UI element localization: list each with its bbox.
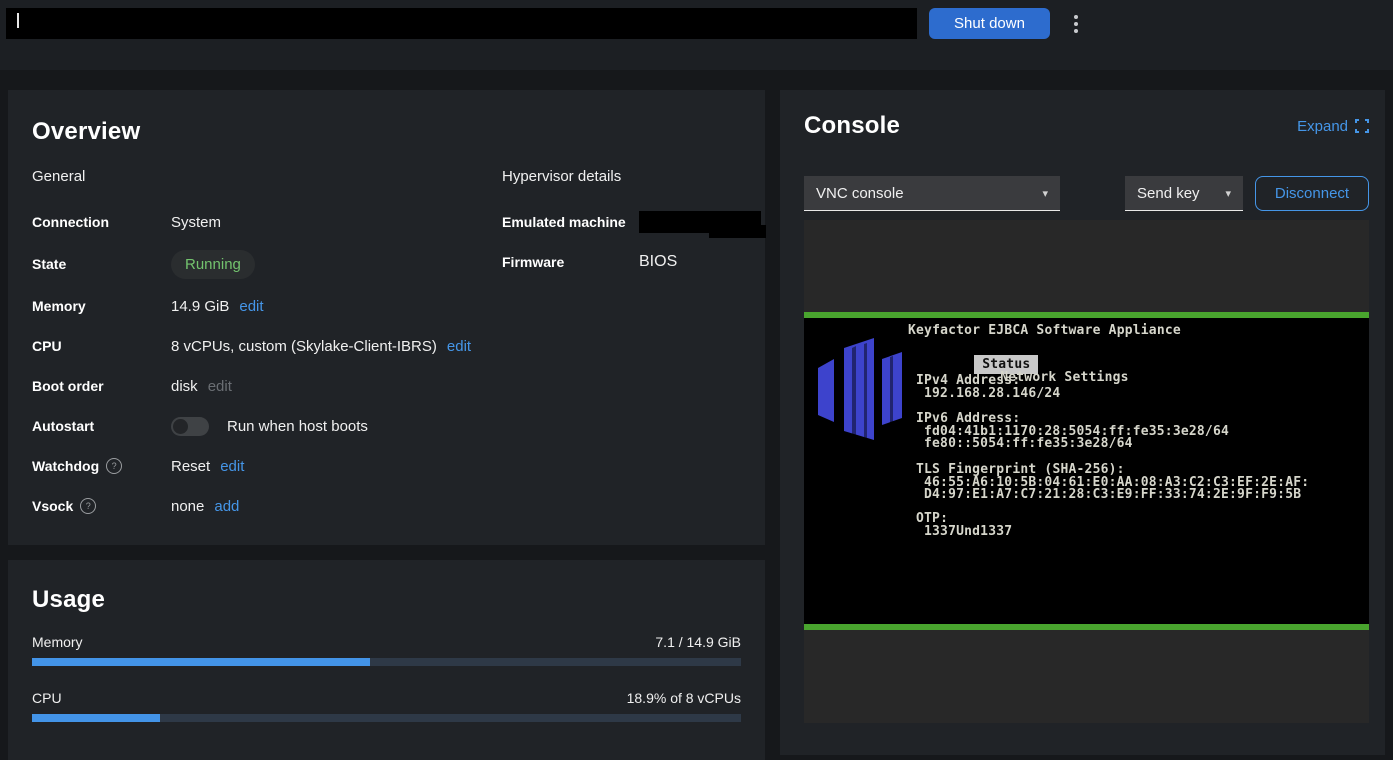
cpu-progress-fill: [32, 714, 160, 722]
tui-title: Keyfactor EJBCA Software Appliance: [908, 324, 1181, 337]
usage-cpu-value: 18.9% of 8 vCPUs: [627, 690, 741, 706]
keyfactor-logo: [812, 332, 906, 449]
row-boot-order: Boot order disk edit: [32, 366, 502, 406]
vsock-label: Vsock: [32, 498, 73, 514]
caret-down-icon: ▾: [1225, 187, 1231, 200]
boot-order-value: disk: [171, 378, 198, 395]
boot-order-label: Boot order: [32, 378, 171, 394]
row-memory: Memory 14.9 GiB edit: [32, 286, 502, 326]
row-firmware: Firmware BIOS: [502, 242, 761, 282]
cpu-value: 8 vCPUs, custom (Skylake-Client-IBRS): [171, 338, 437, 355]
caret-down-icon: ▾: [1042, 187, 1048, 200]
hypervisor-heading: Hypervisor details: [502, 168, 761, 202]
connection-value: System: [171, 214, 221, 231]
cpu-usage-block: CPU 18.9% of 8 vCPUs: [32, 690, 741, 722]
autostart-toggle-label: Run when host boots: [227, 418, 368, 435]
autostart-toggle[interactable]: [171, 417, 209, 436]
send-key-label: Send key: [1137, 185, 1200, 202]
memory-edit-link[interactable]: edit: [239, 298, 263, 315]
expand-icon: [1355, 119, 1369, 133]
row-emulated-machine: Emulated machine: [502, 202, 761, 242]
emulated-machine-label: Emulated machine: [502, 214, 639, 230]
tui-ipv4-value: 192.168.28.146/24: [924, 387, 1060, 400]
watchdog-value: Reset: [171, 458, 210, 475]
console-type-select[interactable]: VNC console ▾: [804, 176, 1060, 211]
general-heading: General: [32, 168, 502, 202]
firmware-value: BIOS: [639, 253, 677, 271]
memory-progress-bar: [32, 658, 741, 666]
overview-hypervisor-column: Hypervisor details Emulated machine Firm…: [502, 168, 761, 526]
vnc-letterbox-top: [804, 220, 1369, 312]
memory-progress-fill: [32, 658, 370, 666]
autostart-label: Autostart: [32, 418, 171, 434]
send-key-dropdown[interactable]: Send key ▾: [1125, 176, 1243, 211]
top-bar: Shut down: [0, 0, 1393, 70]
row-state: State Running: [32, 242, 502, 286]
cpu-edit-link[interactable]: edit: [447, 338, 471, 355]
usage-cpu-label: CPU: [32, 690, 62, 706]
usage-memory-value: 7.1 / 14.9 GiB: [655, 634, 741, 650]
row-autostart: Autostart Run when host boots: [32, 406, 502, 446]
watchdog-label: Watchdog: [32, 458, 99, 474]
kebab-icon: [1074, 15, 1078, 33]
usage-title: Usage: [32, 586, 741, 614]
help-icon[interactable]: ?: [106, 458, 122, 474]
row-cpu: CPU 8 vCPUs, custom (Skylake-Client-IBRS…: [32, 326, 502, 366]
tui-screen: Keyfactor EJBCA Software Appliance Statu…: [804, 318, 1369, 624]
watchdog-edit-link[interactable]: edit: [220, 458, 244, 475]
redacted-vm-name: [6, 8, 917, 39]
usage-memory-label: Memory: [32, 634, 83, 650]
toggle-knob: [173, 419, 188, 434]
cpu-label: CPU: [32, 338, 171, 354]
redacted-emulated-machine-value: [639, 211, 761, 233]
overview-card: Overview General Connection System State…: [8, 90, 765, 545]
vsock-add-link[interactable]: add: [214, 498, 239, 515]
memory-usage-block: Memory 7.1 / 14.9 GiB: [32, 634, 741, 666]
text-cursor: [17, 13, 19, 28]
vnc-letterbox-bottom: [804, 630, 1369, 723]
expand-label: Expand: [1297, 118, 1348, 135]
vsock-value: none: [171, 498, 204, 515]
tui-ipv6-line2: fe80::5054:ff:fe35:3e28/64: [924, 437, 1133, 450]
overview-title: Overview: [32, 118, 741, 146]
shutdown-button[interactable]: Shut down: [929, 8, 1050, 39]
memory-label: Memory: [32, 298, 171, 314]
row-connection: Connection System: [32, 202, 502, 242]
vnc-display[interactable]: Keyfactor EJBCA Software Appliance Statu…: [804, 220, 1369, 723]
usage-card: Usage Memory 7.1 / 14.9 GiB CPU 18.9% of…: [8, 560, 765, 760]
boot-order-edit-link[interactable]: edit: [208, 378, 232, 395]
console-title: Console: [804, 112, 900, 140]
state-badge: Running: [171, 250, 255, 279]
memory-value: 14.9 GiB: [171, 298, 229, 315]
tui-otp-value: 1337Und1337: [924, 525, 1012, 538]
row-vsock: Vsock ? none add: [32, 486, 502, 526]
firmware-label: Firmware: [502, 254, 639, 270]
help-icon[interactable]: ?: [80, 498, 96, 514]
overview-general-column: General Connection System State Running …: [32, 168, 502, 526]
disconnect-button[interactable]: Disconnect: [1255, 176, 1369, 211]
console-type-value: VNC console: [816, 185, 904, 202]
tui-tls-line2: D4:97:E1:A7:C7:21:28:C3:E9:FF:33:74:2E:9…: [924, 488, 1301, 501]
connection-label: Connection: [32, 214, 171, 230]
cpu-progress-bar: [32, 714, 741, 722]
console-card: Console Expand VNC console ▾ Send key ▾ …: [780, 90, 1385, 755]
row-watchdog: Watchdog ? Reset edit: [32, 446, 502, 486]
kebab-menu-button[interactable]: [1062, 8, 1090, 39]
state-label: State: [32, 256, 171, 272]
expand-link[interactable]: Expand: [1297, 118, 1369, 135]
